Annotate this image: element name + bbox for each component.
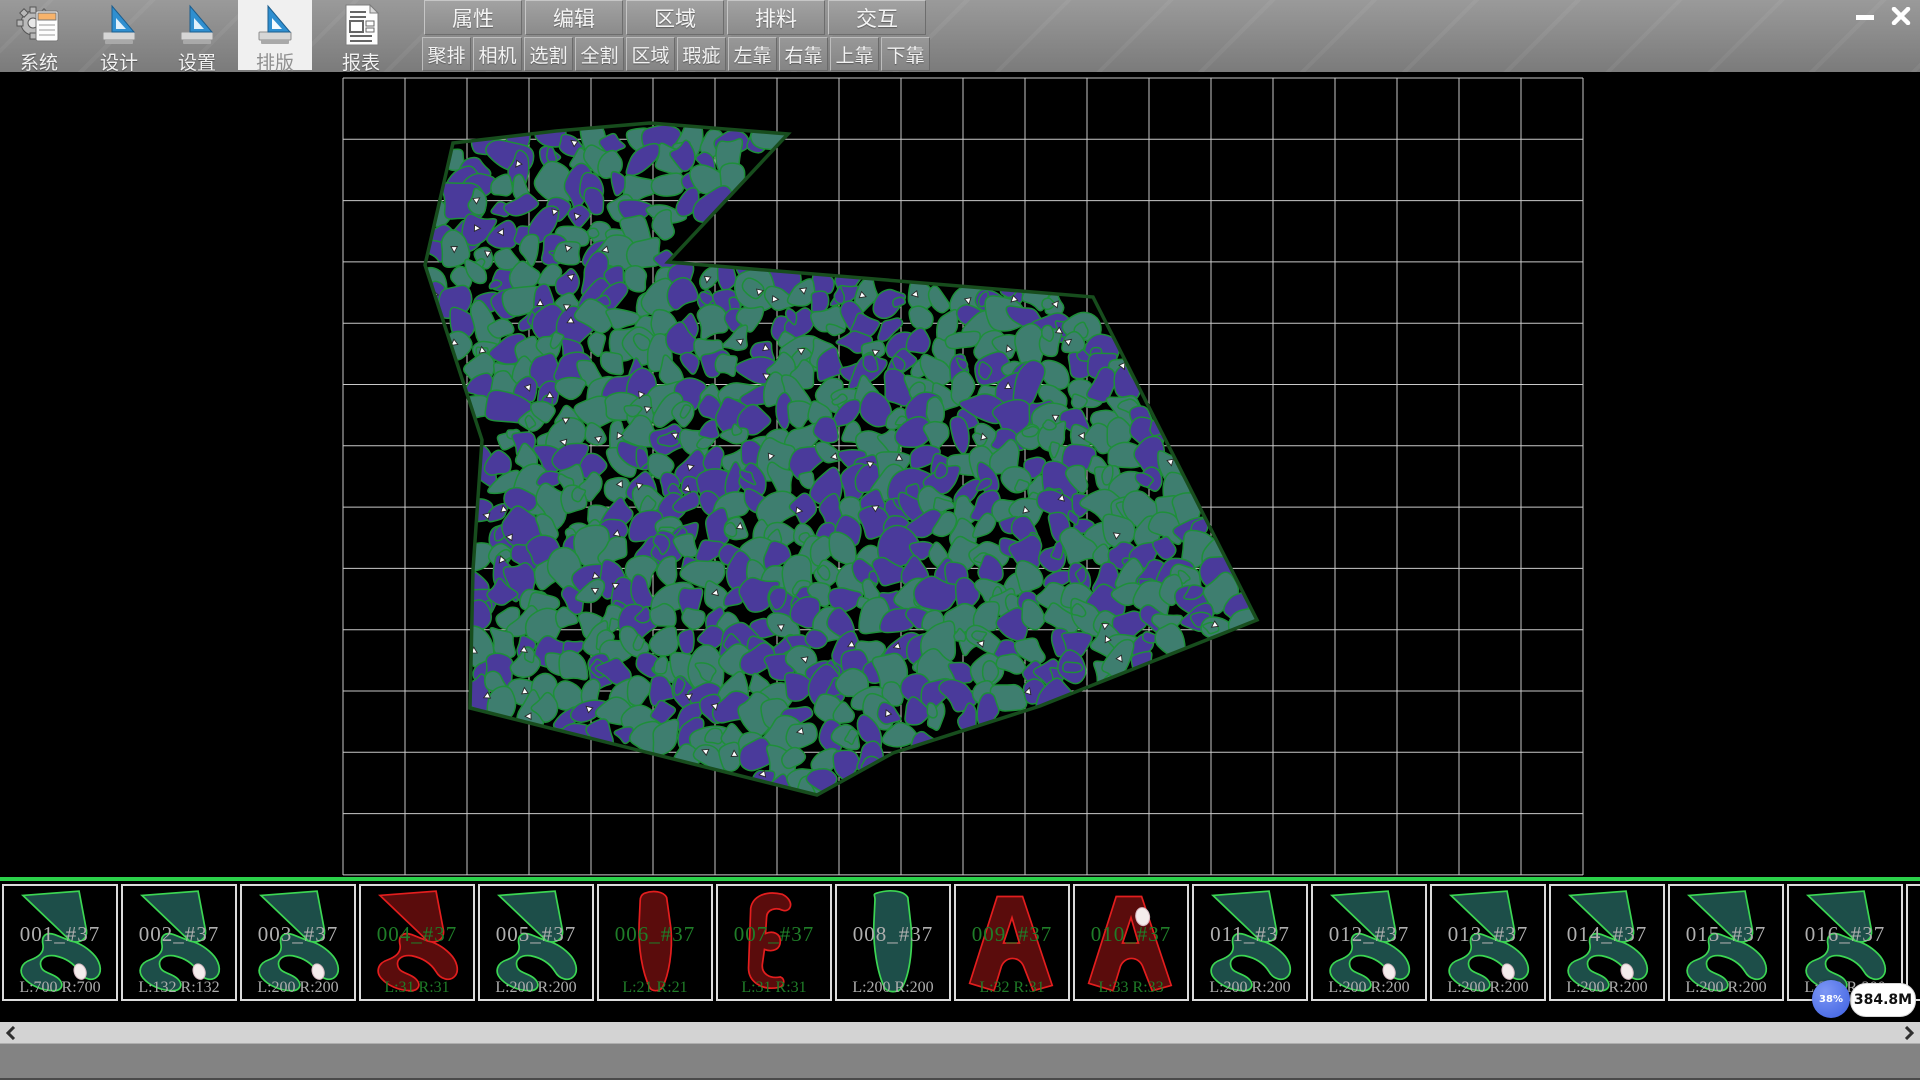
scroll-left-button[interactable] (2, 1022, 20, 1043)
app-tab-label: 设计 (100, 48, 138, 75)
piece-lr-count: L:33 R:33 (1075, 979, 1187, 997)
app-tab-3[interactable]: 设置 (160, 0, 234, 70)
settings-ruler-icon (174, 3, 220, 47)
piece-lr-count: L:200 R:200 (1432, 979, 1544, 997)
piece-lr-count: L:200 R:200 (1551, 979, 1663, 997)
design-ruler-icon (96, 3, 142, 47)
piece-thumbnail-014_#37[interactable]: 014_#37 L:200 R:200 (1549, 884, 1665, 1001)
app-tab-2[interactable]: 设计 (82, 0, 156, 70)
action-button-8[interactable]: 右靠 (779, 37, 828, 71)
piece-id-label: 017_#37 (1908, 922, 1920, 947)
piece-thumbnail-005_#37[interactable]: 005_#37 L:200 R:200 (478, 884, 594, 1001)
piece-lr-count: L:200 R:200 (1670, 979, 1782, 997)
piece-thumbnail-008_#37[interactable]: 008_#37 L:200 R:200 (835, 884, 951, 1001)
piece-thumbnail-002_#37[interactable]: 002_#37 L:132 R:132 (121, 884, 237, 1001)
system-gear-icon (16, 3, 62, 47)
piece-lr-count: L:700 R:700 (4, 979, 116, 997)
app-tab-5[interactable]: 报表 (324, 0, 398, 70)
piece-lr-count: L:31 R:31 (718, 979, 830, 997)
toolbar: 系统设计设置排版报表 属性编辑区域排料交互 聚排相机选割全割区域瑕疵左靠右靠上靠… (0, 0, 1920, 72)
application-window: 系统设计设置排版报表 属性编辑区域排料交互 聚排相机选割全割区域瑕疵左靠右靠上靠… (0, 0, 1920, 1080)
action-button-7[interactable]: 左靠 (728, 37, 777, 71)
menu-item-1[interactable]: 属性 (424, 0, 522, 35)
piece-lr-count: L:200 R:200 (480, 979, 592, 997)
app-tab-4[interactable]: 排版 (238, 0, 312, 70)
action-button-6[interactable]: 瑕疵 (677, 37, 726, 71)
horizontal-scrollbar[interactable] (0, 1022, 1920, 1043)
chevron-left-icon (6, 1026, 16, 1040)
piece-thumbnail-013_#37[interactable]: 013_#37 L:200 R:200 (1430, 884, 1546, 1001)
piece-id-label: 011_#37 (1194, 922, 1306, 947)
window-controls (1850, 3, 1916, 29)
piece-id-label: 013_#37 (1432, 922, 1544, 947)
menu-item-3[interactable]: 区域 (626, 0, 724, 35)
memory-value: 384.8M (1850, 983, 1916, 1017)
close-button[interactable] (1886, 3, 1916, 29)
app-tab-1[interactable]: 系统 (2, 0, 76, 70)
piece-id-label: 001_#37 (4, 922, 116, 947)
piece-lr-count: L:200 R:200 (1313, 979, 1425, 997)
nesting-ruler-icon (252, 3, 298, 47)
piece-lr-count: L:200 R:200 (837, 979, 949, 997)
piece-id-label: 006_#37 (599, 922, 711, 947)
progress-percent-badge: 38% (1812, 980, 1850, 1018)
piece-thumbnail-011_#37[interactable]: 011_#37 L:200 R:200 (1192, 884, 1308, 1001)
action-button-2[interactable]: 相机 (473, 37, 522, 71)
action-button-1[interactable]: 聚排 (422, 37, 471, 71)
piece-id-label: 014_#37 (1551, 922, 1663, 947)
piece-lr-count: L:32 R:31 (956, 979, 1068, 997)
piece-id-label: 015_#37 (1670, 922, 1782, 947)
chevron-right-icon (1904, 1026, 1914, 1040)
piece-lr-count: L:21 R:21 (599, 979, 711, 997)
minimize-icon (1855, 7, 1875, 25)
app-tab-label: 系统 (20, 48, 58, 75)
piece-id-label: 007_#37 (718, 922, 830, 947)
close-icon (1891, 7, 1911, 25)
piece-thumbnail-004_#37[interactable]: 004_#37 L:31 R:31 (359, 884, 475, 1001)
piece-lr-count: L:200 R:200 (1194, 979, 1306, 997)
piece-thumbnail-012_#37[interactable]: 012_#37 L:200 R:200 (1311, 884, 1427, 1001)
action-bar: 聚排相机选割全割区域瑕疵左靠右靠上靠下靠 (422, 37, 930, 70)
app-tab-label: 排版 (256, 48, 294, 75)
menu-item-4[interactable]: 排料 (727, 0, 825, 35)
piece-thumbnail-010_#37[interactable]: 010_#37 L:33 R:33 (1073, 884, 1189, 1001)
action-button-4[interactable]: 全割 (575, 37, 624, 71)
piece-id-label: 002_#37 (123, 922, 235, 947)
piece-lr-count: L:200 R:200 (242, 979, 354, 997)
piece-id-label: 003_#37 (242, 922, 354, 947)
piece-id-label: 008_#37 (837, 922, 949, 947)
status-bar (0, 1043, 1920, 1080)
action-button-10[interactable]: 下靠 (881, 37, 930, 71)
piece-thumbnail-015_#37[interactable]: 015_#37 L:200 R:200 (1668, 884, 1784, 1001)
menu-item-2[interactable]: 编辑 (525, 0, 623, 35)
app-tab-label: 报表 (342, 48, 380, 75)
piece-id-label: 012_#37 (1313, 922, 1425, 947)
piece-thumbnail-007_#37[interactable]: 007_#37 L:31 R:31 (716, 884, 832, 1001)
minimize-button[interactable] (1850, 3, 1880, 29)
action-button-9[interactable]: 上靠 (830, 37, 879, 71)
app-tab-label: 设置 (178, 48, 216, 75)
piece-id-label: 004_#37 (361, 922, 473, 947)
piece-thumbnail-003_#37[interactable]: 003_#37 L:200 R:200 (240, 884, 356, 1001)
piece-id-label: 009_#37 (956, 922, 1068, 947)
nested-pieces (416, 113, 1266, 804)
report-doc-icon (338, 3, 384, 47)
piece-id-label: 005_#37 (480, 922, 592, 947)
piece-lr-count: L:31 R:31 (361, 979, 473, 997)
menu-item-5[interactable]: 交互 (828, 0, 926, 35)
piece-id-label: 010_#37 (1075, 922, 1187, 947)
piece-lr-count: L:132 R:132 (123, 979, 235, 997)
piece-thumbnail-strip: 001_#37 L:700 R:700 002_#37 L:132 R:132 003_… (0, 877, 1920, 1003)
action-button-3[interactable]: 选割 (524, 37, 573, 71)
piece-id-label: 016_#37 (1789, 922, 1901, 947)
scroll-right-button[interactable] (1900, 1022, 1918, 1043)
memory-status-badge: 384.8M 38% (1812, 980, 1916, 1020)
menu-bar: 属性编辑区域排料交互 (424, 0, 926, 35)
action-button-5[interactable]: 区域 (626, 37, 675, 71)
piece-thumbnail-006_#37[interactable]: 006_#37 L:21 R:21 (597, 884, 713, 1001)
piece-thumbnail-001_#37[interactable]: 001_#37 L:700 R:700 (2, 884, 118, 1001)
piece-thumbnail-009_#37[interactable]: 009_#37 L:32 R:31 (954, 884, 1070, 1001)
strip-separator (0, 877, 1920, 881)
piece-thumbnail-list: 001_#37 L:700 R:700 002_#37 L:132 R:132 003_… (2, 884, 1920, 1001)
